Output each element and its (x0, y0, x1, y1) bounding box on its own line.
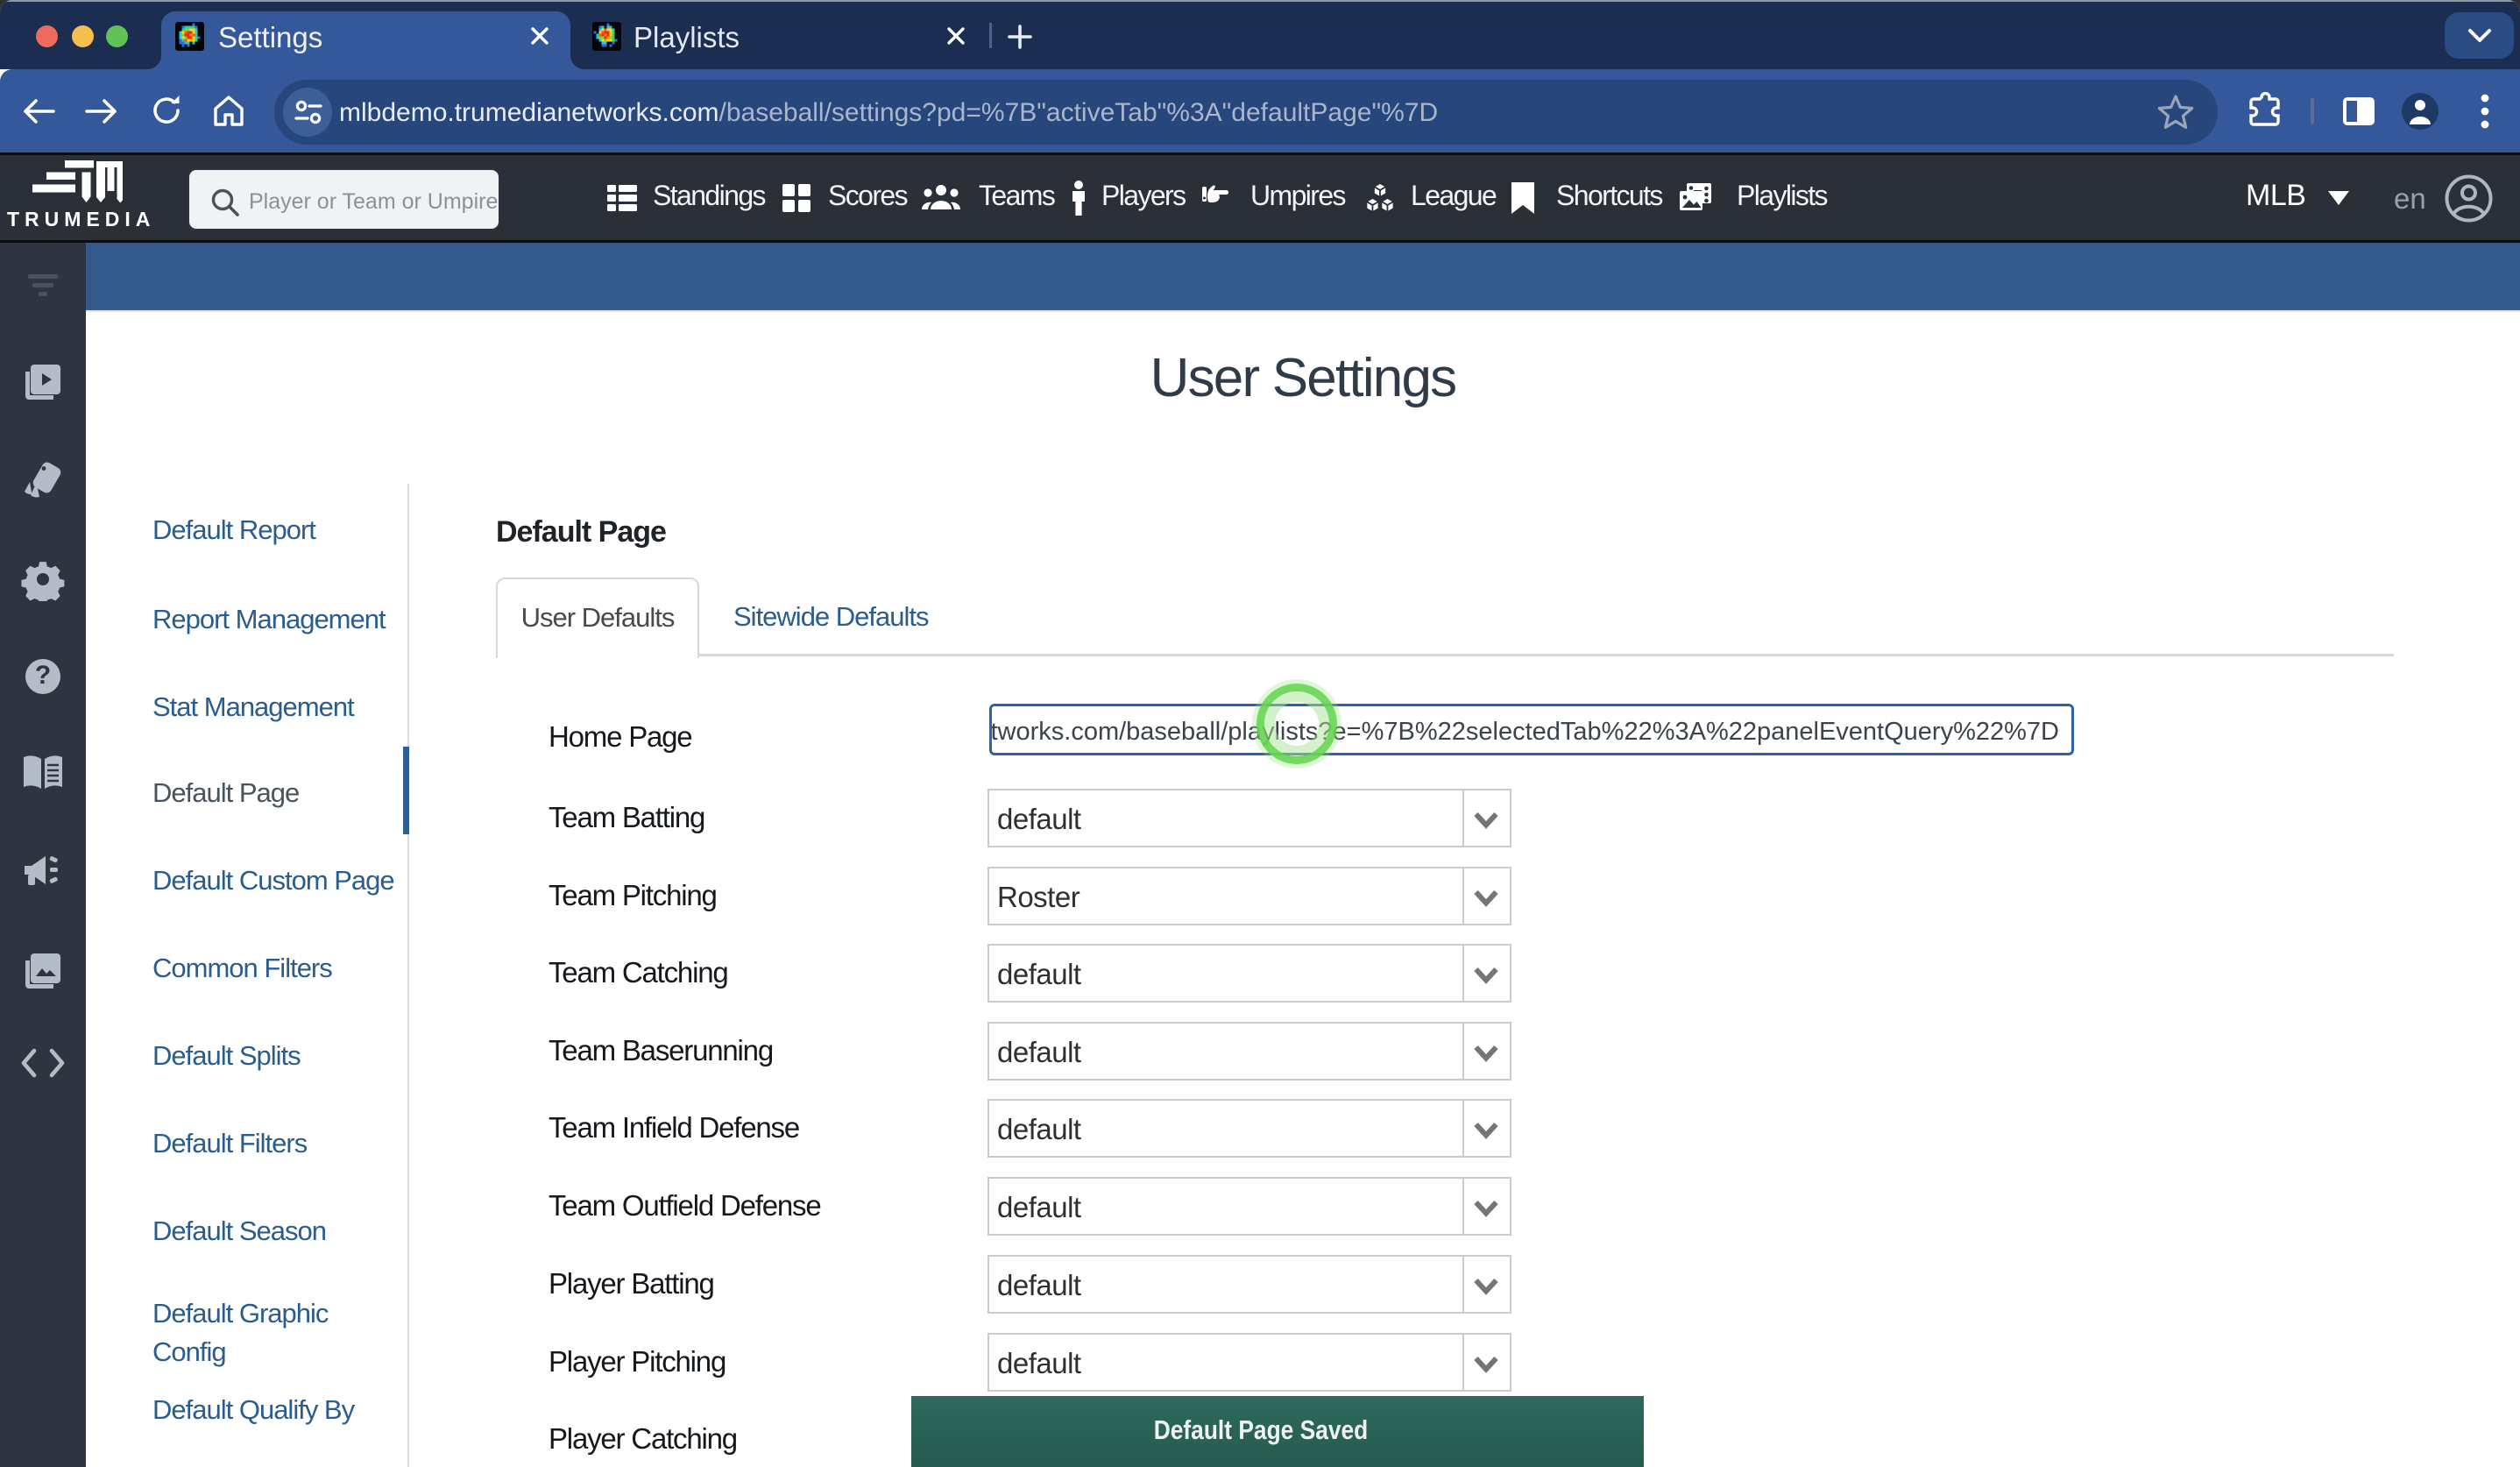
svg-text:?: ? (35, 661, 51, 690)
